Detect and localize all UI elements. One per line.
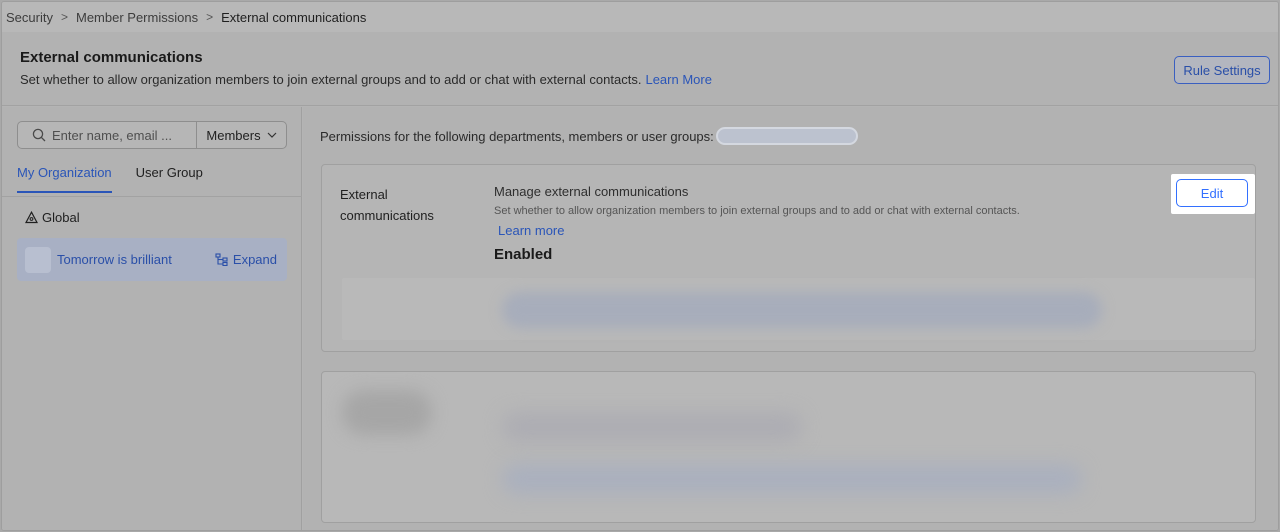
page-title: External communications bbox=[20, 49, 203, 66]
status-value: Enabled bbox=[494, 246, 553, 263]
org-avatar bbox=[25, 246, 51, 273]
rule-settings-button[interactable]: Rule Settings bbox=[1174, 56, 1270, 84]
blurred-shape bbox=[502, 412, 802, 442]
tree-icon bbox=[215, 253, 228, 266]
tabs-divider bbox=[2, 196, 302, 197]
setting-learn-more-link[interactable]: Learn more bbox=[498, 223, 564, 238]
main-panel: Permissions for the following department… bbox=[303, 107, 1278, 530]
chevron-right-icon: > bbox=[60, 10, 68, 24]
breadcrumb-security[interactable]: Security bbox=[6, 10, 53, 25]
member-filter-value: Members bbox=[206, 127, 261, 143]
chevron-down-icon bbox=[267, 132, 277, 138]
app-window: Security > Member Permissions > External… bbox=[1, 1, 1279, 531]
sidebar: Members My Organization User Group Globa… bbox=[2, 107, 302, 530]
permissions-target: Permissions for the following department… bbox=[320, 127, 858, 145]
member-filter-select[interactable]: Members bbox=[197, 122, 286, 148]
expand-button[interactable]: Expand bbox=[215, 252, 277, 267]
tab-user-group[interactable]: User Group bbox=[136, 165, 203, 193]
breadcrumb-current: External communications bbox=[221, 9, 367, 25]
chevron-right-icon: > bbox=[206, 10, 214, 24]
expand-label: Expand bbox=[232, 252, 277, 267]
breadcrumb: Security > Member Permissions > External… bbox=[2, 2, 1278, 32]
blurred-content bbox=[342, 278, 1255, 340]
blurred-shape bbox=[502, 464, 1082, 494]
search-icon bbox=[32, 128, 46, 142]
page-description-text: Set whether to allow organization member… bbox=[20, 72, 642, 87]
global-item[interactable]: Global bbox=[25, 210, 80, 225]
blurred-shape bbox=[342, 390, 432, 435]
blurred-card bbox=[321, 371, 1256, 523]
global-label: Global bbox=[42, 210, 80, 225]
external-communications-card: External communications Manage external … bbox=[321, 164, 1256, 352]
edit-highlight: Edit bbox=[1171, 174, 1255, 214]
permissions-label: Permissions for the following department… bbox=[320, 128, 714, 144]
search-input[interactable] bbox=[52, 127, 182, 143]
permissions-target-pill[interactable] bbox=[715, 127, 858, 145]
recycle-icon bbox=[25, 211, 38, 224]
setting-description: Set whether to allow organization member… bbox=[494, 205, 1020, 217]
breadcrumb-member-permissions[interactable]: Member Permissions bbox=[76, 10, 198, 25]
org-item-name: Tomorrow is brilliant bbox=[57, 252, 172, 267]
blurred-bar bbox=[502, 292, 1102, 328]
page-header: External communications Set whether to a… bbox=[2, 32, 1278, 106]
tab-my-organization[interactable]: My Organization bbox=[17, 165, 112, 193]
org-tabs: My Organization User Group bbox=[17, 165, 227, 193]
card-category: External communications bbox=[340, 187, 434, 223]
edit-button[interactable]: Edit bbox=[1176, 179, 1248, 207]
learn-more-link[interactable]: Learn More bbox=[645, 72, 711, 87]
setting-title: Manage external communications bbox=[494, 184, 689, 199]
org-item-tomorrow-is-brilliant[interactable]: Tomorrow is brilliant Expand bbox=[17, 238, 287, 281]
search-field bbox=[18, 122, 197, 148]
search-bar: Members bbox=[17, 121, 287, 149]
page-description: Set whether to allow organization member… bbox=[20, 72, 712, 87]
